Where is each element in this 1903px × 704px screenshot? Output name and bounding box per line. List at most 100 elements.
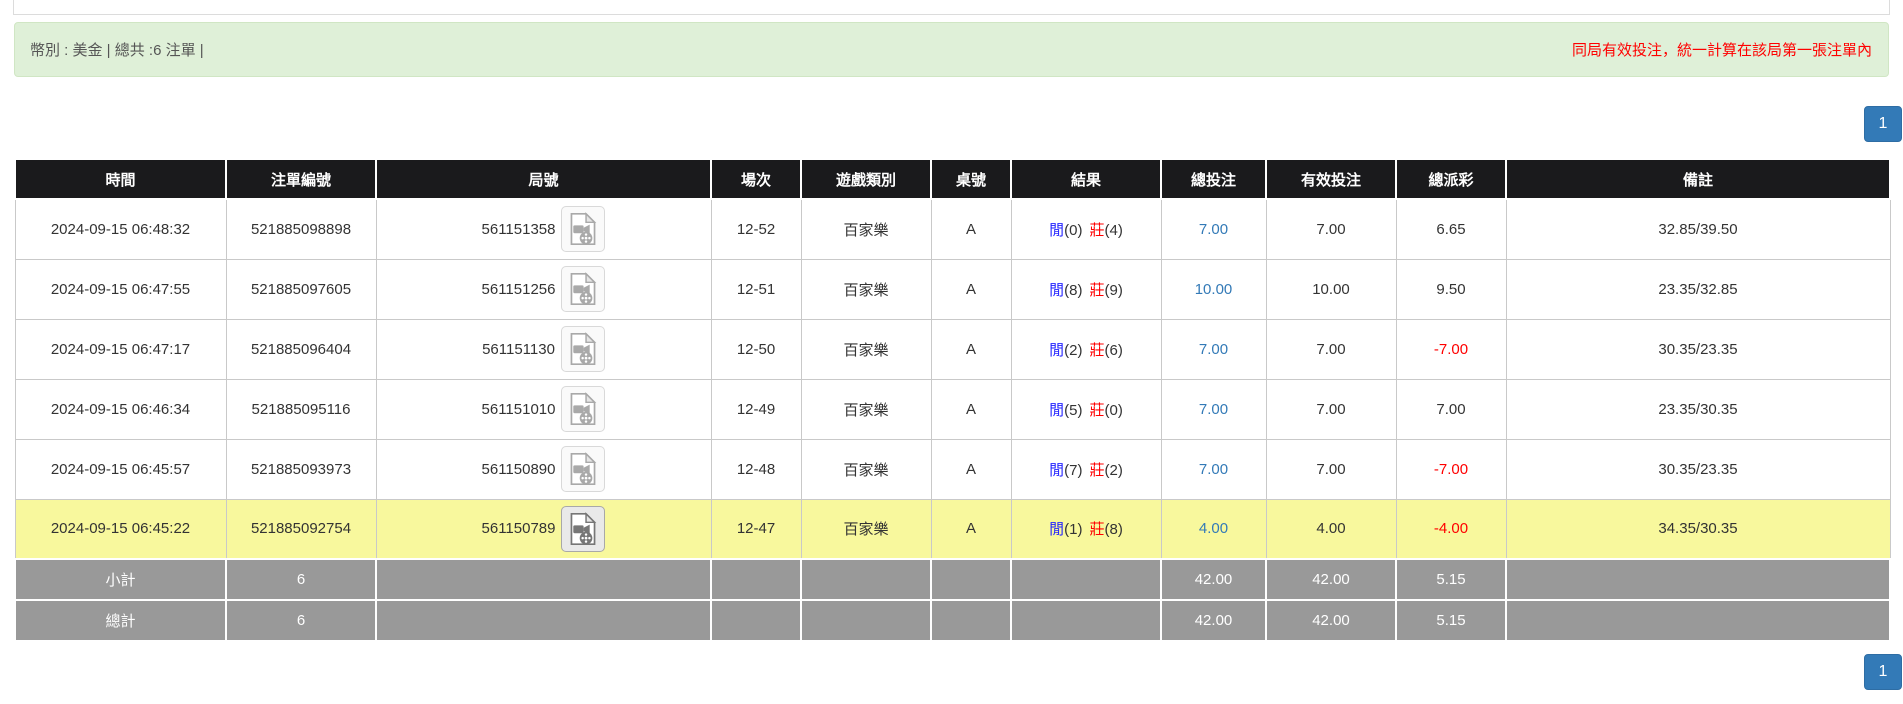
total-bet-link[interactable]: 10.00: [1195, 281, 1233, 298]
notice-text: 同局有效投注，統一計算在該局第一張注單內: [1571, 42, 1872, 59]
result-banker-label: 莊: [1089, 401, 1105, 419]
result-player-label: 閒: [1049, 521, 1065, 539]
video-replay-button[interactable]: [561, 505, 606, 552]
time-cell: 2024-09-15 06:45:57: [14, 438, 227, 500]
col-header-result: 結果: [1010, 158, 1162, 200]
grand-total-total-bet: 42.00: [1160, 599, 1267, 642]
time-cell: 2024-09-15 06:47:55: [14, 258, 227, 320]
round-no-text: 561151130: [482, 340, 555, 358]
currency-summary-text: 幣別 : 美金 | 總共 :6 注單 |: [30, 42, 204, 59]
total-payout-cell: -7.00: [1395, 318, 1507, 380]
game-type-cell: 百家樂: [800, 198, 932, 260]
table-header-row: 時間 注單編號 局號 場次 遊戲類別 桌號 結果 總投注 有效投注 總派彩 備註: [14, 158, 1891, 200]
remark-cell: 34.35/30.35: [1505, 498, 1891, 560]
bet-no-cell: 521885097605: [225, 258, 377, 320]
bet-no-cell: 521885095116: [225, 378, 377, 440]
table-no-cell: A: [930, 498, 1012, 560]
video-replay-button[interactable]: [560, 326, 605, 372]
bet-no-cell: 521885098898: [225, 198, 377, 260]
bet-no-cell: 521885096404: [225, 318, 377, 380]
session-cell: 12-52: [710, 198, 802, 260]
valid-bet-cell: 7.00: [1265, 438, 1397, 500]
page-1-button[interactable]: 1: [1864, 654, 1902, 690]
result-banker-score: (6): [1104, 341, 1123, 359]
total-payout-cell: 7.00: [1395, 378, 1507, 440]
total-bet-cell: 7.00: [1160, 198, 1267, 260]
total-bet-cell: 7.00: [1160, 318, 1267, 380]
result-cell: 閒(7) 莊(2): [1010, 438, 1162, 500]
valid-bet-cell: 7.00: [1265, 198, 1397, 260]
game-type-cell: 百家樂: [800, 498, 932, 560]
time-cell: 2024-09-15 06:48:32: [14, 198, 227, 260]
result-player-score: (1): [1064, 521, 1083, 539]
total-payout-cell: -7.00: [1395, 438, 1507, 500]
total-payout-cell: -4.00: [1395, 498, 1507, 560]
session-cell: 12-50: [710, 318, 802, 380]
remark-cell: 23.35/30.35: [1505, 378, 1891, 440]
remark-cell: 23.35/32.85: [1505, 258, 1891, 320]
bet-no-cell: 521885092754: [225, 498, 377, 560]
table-row: 2024-09-15 06:47:17 521885096404 5611511…: [14, 318, 1891, 380]
result-banker-label: 莊: [1089, 341, 1105, 359]
result-banker-score: (9): [1104, 281, 1123, 299]
time-cell: 2024-09-15 06:45:22: [14, 498, 227, 560]
game-type-cell: 百家樂: [800, 258, 932, 320]
result-player-label: 閒: [1049, 461, 1065, 479]
total-bet-link[interactable]: 7.00: [1199, 221, 1228, 238]
result-player-score: (7): [1064, 461, 1083, 479]
total-bet-link[interactable]: 7.00: [1199, 401, 1228, 418]
total-bet-link[interactable]: 7.00: [1199, 341, 1228, 358]
total-bet-cell: 10.00: [1160, 258, 1267, 320]
col-header-session: 場次: [710, 158, 802, 200]
time-cell: 2024-09-15 06:46:34: [14, 378, 227, 440]
time-cell: 2024-09-15 06:47:17: [14, 318, 227, 380]
col-header-valid-bet: 有效投注: [1265, 158, 1397, 200]
col-header-round-no: 局號: [375, 158, 712, 200]
session-cell: 12-48: [710, 438, 802, 500]
result-banker-label: 莊: [1089, 461, 1105, 479]
col-header-game-type: 遊戲類別: [800, 158, 932, 200]
col-header-remark: 備註: [1505, 158, 1891, 200]
subtotal-count: 6: [225, 558, 377, 601]
total-payout-cell: 9.50: [1395, 258, 1507, 320]
result-cell: 閒(0) 莊(4): [1010, 198, 1162, 260]
round-no-cell: 561151010: [375, 378, 712, 440]
subtotal-total-bet: 42.00: [1160, 558, 1267, 601]
result-player-score: (2): [1064, 341, 1083, 359]
col-header-bet-no: 注單編號: [225, 158, 377, 200]
page-1-button[interactable]: 1: [1864, 106, 1902, 142]
session-cell: 12-49: [710, 378, 802, 440]
video-replay-button[interactable]: [561, 386, 606, 432]
col-header-table-no: 桌號: [930, 158, 1012, 200]
game-type-cell: 百家樂: [800, 378, 932, 440]
video-replay-button[interactable]: [561, 206, 606, 253]
session-cell: 12-47: [710, 498, 802, 560]
round-no-cell: 561150789: [375, 498, 712, 560]
video-replay-button[interactable]: [561, 266, 606, 312]
round-no-cell: 561151256: [375, 258, 712, 320]
video-file-icon: [570, 332, 597, 366]
table-no-cell: A: [930, 198, 1012, 260]
bet-records-table: 時間 注單編號 局號 場次 遊戲類別 桌號 結果 總投注 有效投注 總派彩 備註…: [14, 158, 1891, 642]
game-type-cell: 百家樂: [800, 438, 932, 500]
result-player-score: (5): [1064, 401, 1083, 419]
video-file-icon: [571, 452, 597, 486]
result-player-label: 閒: [1049, 341, 1065, 359]
total-bet-link[interactable]: 4.00: [1199, 520, 1228, 537]
total-bet-cell: 4.00: [1160, 498, 1267, 560]
valid-bet-cell: 10.00: [1265, 258, 1397, 320]
table-row: 2024-09-15 06:47:55 521885097605 5611512…: [14, 258, 1891, 320]
result-banker-score: (4): [1104, 221, 1123, 239]
grand-total-valid-bet: 42.00: [1265, 599, 1397, 642]
total-bet-link[interactable]: 7.00: [1199, 461, 1228, 478]
remark-cell: 30.35/23.35: [1505, 318, 1891, 380]
total-bet-cell: 7.00: [1160, 438, 1267, 500]
video-replay-button[interactable]: [561, 446, 606, 492]
table-no-cell: A: [930, 378, 1012, 440]
summary-banner: 幣別 : 美金 | 總共 :6 注單 | 同局有效投注，統一計算在該局第一張注單…: [14, 22, 1889, 77]
video-file-icon: [571, 272, 597, 306]
round-no-text: 561151256: [481, 280, 556, 298]
valid-bet-cell: 7.00: [1265, 378, 1397, 440]
top-panel-edge: [13, 0, 1890, 15]
round-no-text: 561150789: [481, 520, 556, 538]
